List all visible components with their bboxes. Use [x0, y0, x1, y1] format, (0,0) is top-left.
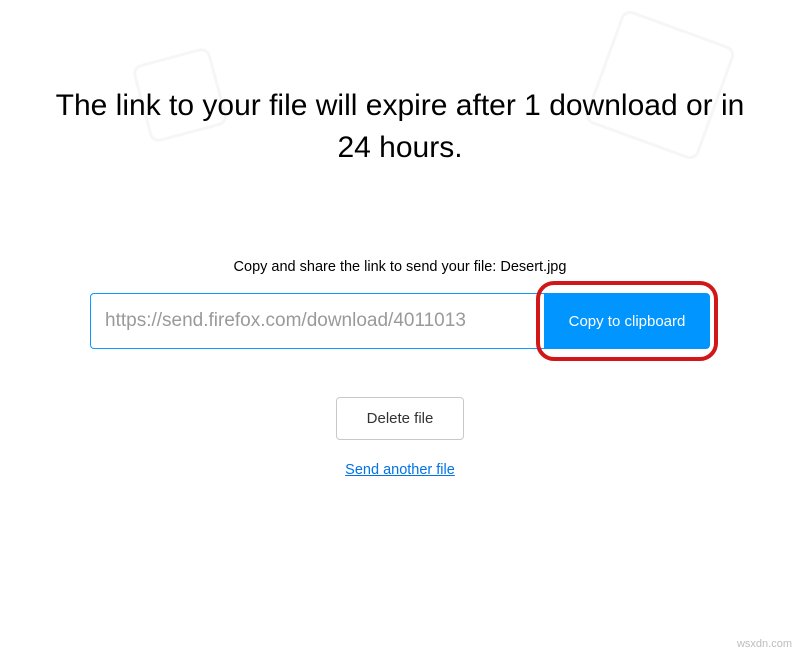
send-another-file-link[interactable]: Send another file	[345, 462, 455, 478]
instruction-text: Copy and share the link to send your fil…	[234, 259, 501, 275]
link-row: Copy to clipboard	[90, 293, 710, 349]
share-section: Copy and share the link to send your fil…	[0, 259, 800, 349]
watermark-text: wsxdn.com	[737, 638, 792, 650]
delete-file-button[interactable]: Delete file	[336, 397, 465, 440]
actions-section: Delete file Send another file	[0, 397, 800, 479]
share-instruction: Copy and share the link to send your fil…	[0, 259, 800, 275]
shared-filename: Desert.jpg	[500, 259, 566, 275]
copy-to-clipboard-button[interactable]: Copy to clipboard	[544, 293, 710, 349]
share-link-input[interactable]	[90, 293, 544, 349]
